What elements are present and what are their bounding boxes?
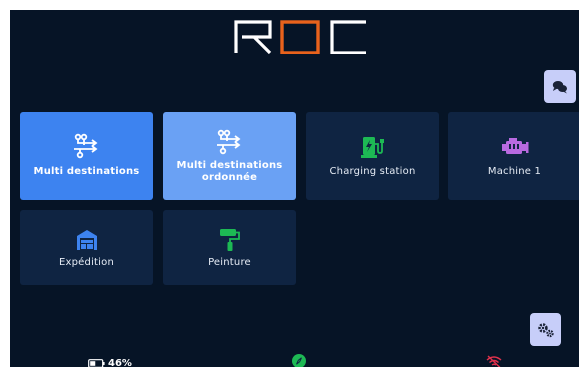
tile-label: Multi destinations ordonnée: [176, 160, 283, 183]
tile-label: Peinture: [208, 257, 251, 268]
engine-icon: [501, 138, 528, 154]
tile-label: Multi destinations: [33, 166, 140, 177]
tile-label: Charging station: [329, 166, 416, 177]
tile-expedition[interactable]: Expédition: [20, 210, 153, 285]
battery-percent: 46%: [108, 357, 132, 367]
tile-peinture[interactable]: Peinture: [163, 210, 296, 285]
tile-charging-station[interactable]: Charging station: [306, 112, 439, 200]
warehouse-icon: [76, 230, 97, 250]
compass-icon: [292, 354, 306, 367]
route-arrows-icon: [73, 133, 97, 159]
wifi-status: [486, 354, 502, 367]
chat-button[interactable]: [544, 70, 576, 103]
charging-station-icon: [360, 137, 384, 158]
tile-label: Expédition: [58, 257, 115, 268]
compass-status: [292, 354, 306, 367]
gears-icon: [537, 322, 554, 337]
paint-roller-icon: [219, 229, 240, 251]
wifi-off-icon: [486, 354, 502, 367]
tile-machine-1[interactable]: Machine 1: [448, 112, 579, 200]
tile-label: Machine 1: [487, 166, 542, 177]
route-arrows-icon: [216, 129, 240, 155]
tile-multi-destinations-ordonnee[interactable]: Multi destinations ordonnée: [163, 112, 296, 200]
battery-status: 46%: [88, 356, 132, 367]
battery-icon: [88, 358, 105, 367]
app-screen: Multi destinations Multi destinations or…: [10, 10, 579, 367]
tile-multi-destinations[interactable]: Multi destinations: [20, 112, 153, 200]
chat-bubbles-icon: [552, 80, 567, 93]
roc-logo: [234, 20, 366, 54]
settings-button[interactable]: [530, 313, 561, 346]
